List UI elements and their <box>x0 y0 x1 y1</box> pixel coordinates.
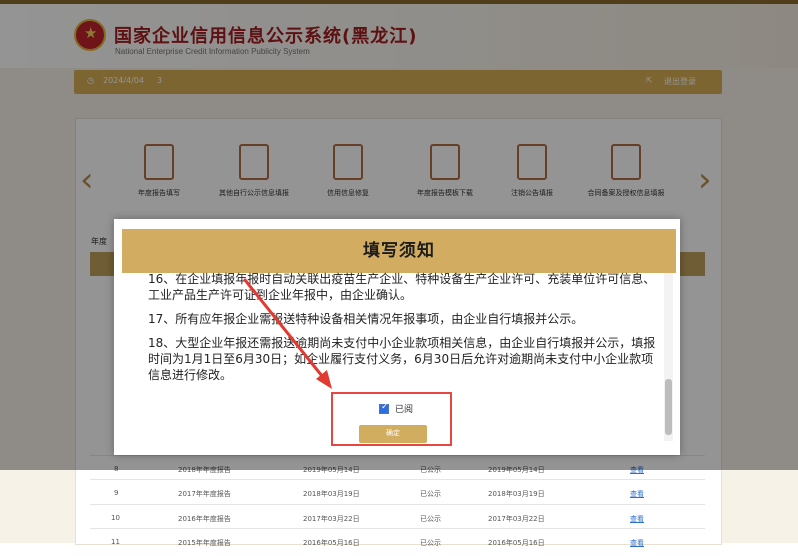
submit-date: 2017年03月22日 <box>303 515 360 523</box>
confirm-button[interactable]: 确定 <box>359 425 427 443</box>
notice-dialog: 填写须知 16、在企业填报年报时自动关联出疫苗生产企业、特种设备生产企业许可、充… <box>114 219 680 455</box>
notice-content: 16、在企业填报年报时自动关联出疫苗生产企业、特种设备生产企业许可、充装单位许可… <box>148 271 662 391</box>
row-number: 11 <box>111 538 120 546</box>
notice-item-18: 18、大型企业年报还需报送逾期尚未支付中小企业款项相关信息，由企业自行填报并公示… <box>148 336 656 382</box>
public-date: 2018年03月19日 <box>488 490 545 498</box>
report-name: 2016年年度报告 <box>178 515 231 523</box>
notice-item-17: 17、所有应年报企业需报送特种设备相关情况年报事项，由企业自行填报并公示。 <box>148 312 584 326</box>
table-row: 9 2017年年度报告 2018年03月19日 已公示 2018年03月19日 … <box>90 479 705 507</box>
report-name: 2017年年度报告 <box>178 490 231 498</box>
submit-date: 2018年03月19日 <box>303 490 360 498</box>
public-date: 2017年03月22日 <box>488 515 545 523</box>
submit-date: 2016年05月16日 <box>303 539 360 547</box>
table-row: 11 2015年年度报告 2016年05月16日 已公示 2016年05月16日… <box>90 528 705 556</box>
public-date: 2016年05月16日 <box>488 539 545 547</box>
notice-item-16: 16、在企业填报年报时自动关联出疫苗生产企业、特种设备生产企业许可、充装单位许可… <box>148 272 656 302</box>
red-arrow-annotation <box>243 278 332 389</box>
view-link[interactable]: 查看 <box>630 538 644 548</box>
read-checkbox-label: 已阅 <box>395 405 414 415</box>
dialog-scrollbar[interactable] <box>664 273 673 441</box>
view-link[interactable]: 查看 <box>630 489 644 499</box>
report-status: 已公示 <box>420 539 441 547</box>
report-status: 已公示 <box>420 515 441 523</box>
read-checkbox[interactable] <box>379 402 389 414</box>
row-number: 9 <box>114 489 119 497</box>
acknowledgement-highlight: 已阅 确定 <box>331 392 452 446</box>
row-number: 10 <box>111 514 120 522</box>
report-name: 2015年年度报告 <box>178 539 231 547</box>
report-status: 已公示 <box>420 490 441 498</box>
view-link[interactable]: 查看 <box>630 514 644 524</box>
dialog-title: 填写须知 <box>122 229 676 273</box>
scrollbar-thumb[interactable] <box>665 379 672 435</box>
